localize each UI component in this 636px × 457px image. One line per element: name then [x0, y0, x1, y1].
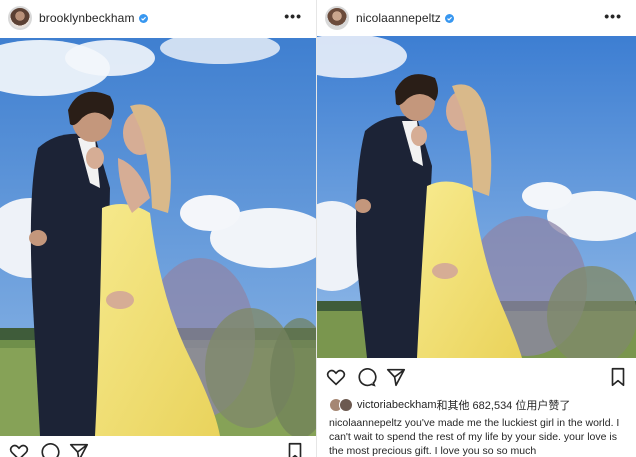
verified-badge-icon: [138, 13, 148, 23]
liker-avatar: [339, 398, 353, 412]
post-photo[interactable]: [317, 36, 636, 358]
post-actions: [0, 441, 316, 457]
username[interactable]: nicolaannepeltz: [356, 11, 441, 25]
share-icon[interactable]: [68, 441, 90, 457]
likes-summary[interactable]: victoriabeckham 和其他 682,534 位用户赞了: [329, 397, 570, 413]
caption-author[interactable]: nicolaannepeltz: [329, 417, 402, 429]
bookmark-icon[interactable]: [284, 441, 306, 457]
post-header: brooklynbeckham •••: [0, 0, 316, 36]
bookmark-icon[interactable]: [607, 366, 629, 388]
post-photo[interactable]: [0, 38, 316, 436]
liker-username[interactable]: victoriabeckham: [357, 399, 436, 411]
more-options-button[interactable]: •••: [604, 9, 622, 23]
couple-photo-image: [0, 38, 316, 436]
post-caption: nicolaannepeltz you've made me the lucki…: [329, 416, 626, 457]
share-icon[interactable]: [385, 366, 407, 388]
heart-icon[interactable]: [8, 441, 30, 457]
verified-badge-icon: [444, 13, 454, 23]
post-actions: [317, 366, 636, 390]
comment-icon[interactable]: [38, 441, 60, 457]
avatar[interactable]: [325, 6, 349, 30]
right-post: nicolaannepeltz ••• victoriabeckham 和其他 …: [316, 0, 636, 457]
comment-icon[interactable]: [355, 366, 377, 388]
likes-count-text: 和其他 682,534 位用户赞了: [436, 400, 571, 412]
more-options-button[interactable]: •••: [284, 9, 302, 23]
heart-icon[interactable]: [325, 366, 347, 388]
left-post: brooklynbeckham •••: [0, 0, 316, 457]
post-header: nicolaannepeltz •••: [317, 0, 636, 36]
avatar[interactable]: [8, 6, 32, 30]
username[interactable]: brooklynbeckham: [39, 11, 135, 25]
couple-photo-image: [317, 36, 636, 358]
